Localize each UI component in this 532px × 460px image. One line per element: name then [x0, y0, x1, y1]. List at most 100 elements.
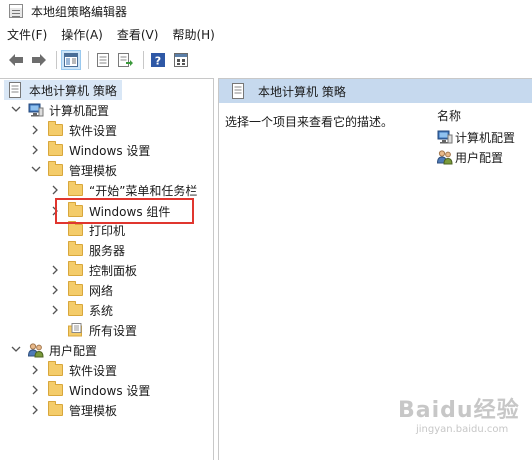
menu-action[interactable]: 操作(A)	[54, 24, 110, 46]
tree-item-user-config[interactable]: 用户配置	[10, 340, 97, 360]
tree-item-uc-windows[interactable]: Windows 设置	[30, 380, 150, 400]
tree-item-label: Windows 设置	[69, 143, 151, 158]
details-pane: 本地计算机 策略 选择一个项目来查看它的描述。 名称 计算机配置 用户配置	[218, 78, 532, 460]
policy-document-icon	[8, 82, 24, 98]
chevron-right-icon[interactable]	[50, 184, 62, 196]
tree-item-cc-admin-templates[interactable]: 管理模板	[30, 160, 117, 180]
folder-icon	[68, 281, 84, 298]
chevron-right-icon[interactable]	[30, 144, 42, 156]
chevron-down-icon[interactable]	[10, 344, 22, 356]
tree-item-start-menu[interactable]: “开始”菜单和任务栏	[50, 180, 197, 200]
folder-icon	[48, 401, 64, 418]
folder-icon	[48, 121, 64, 138]
tree-item-label: 打印机	[89, 223, 126, 238]
menu-file[interactable]: 文件(F)	[0, 24, 54, 46]
folder-icon	[48, 361, 64, 378]
folder-icon	[68, 301, 84, 318]
tree-item-computer-config[interactable]: 计算机配置	[10, 100, 109, 120]
folder-icon	[68, 202, 84, 219]
forward-arrow-icon	[32, 54, 46, 66]
tree-item-uc-software[interactable]: 软件设置	[30, 360, 117, 380]
filter-icon	[174, 53, 188, 67]
policy-document-icon	[231, 83, 247, 99]
chevron-right-icon[interactable]	[50, 304, 62, 316]
details-header: 本地计算机 策略	[219, 79, 532, 103]
tree-item-label: 所有设置	[89, 323, 138, 338]
folder-icon	[68, 181, 84, 198]
list-item[interactable]: 计算机配置	[425, 127, 532, 147]
folder-icon	[48, 141, 64, 158]
details-title: 本地计算机 策略	[258, 84, 346, 99]
tree-item-printers[interactable]: 打印机	[68, 220, 125, 240]
toolbar: ?	[0, 48, 532, 72]
tree-item-label: 本地计算机 策略	[29, 83, 117, 98]
properties-icon	[97, 53, 109, 67]
toolbar-separator	[56, 51, 57, 69]
tree-item-windows-components[interactable]: Windows 组件	[50, 201, 170, 221]
folder-icon	[68, 221, 84, 238]
tree-item-label: 软件设置	[69, 363, 118, 378]
tree-item-label: 管理模板	[69, 403, 118, 418]
tree-item-all-settings[interactable]: 所有设置	[68, 320, 137, 340]
folder-icon	[68, 241, 84, 258]
folder-icon	[48, 161, 64, 178]
title-bar: 本地组策略编辑器	[0, 0, 532, 22]
export-list-button[interactable]	[116, 50, 136, 70]
chevron-right-icon[interactable]	[30, 384, 42, 396]
chevron-right-icon[interactable]	[50, 264, 62, 276]
details-list: 名称 计算机配置 用户配置	[425, 105, 532, 167]
tree-item-label: 用户配置	[49, 343, 98, 358]
tree-item-label: 系统	[89, 303, 114, 318]
tree-item-root[interactable]: 本地计算机 策略	[4, 80, 122, 100]
chevron-down-icon[interactable]	[30, 164, 42, 176]
filter-options-button[interactable]	[171, 50, 191, 70]
back-arrow-icon	[9, 54, 23, 66]
tree-item-control-panel[interactable]: 控制面板	[50, 260, 137, 280]
list-item[interactable]: 用户配置	[425, 147, 532, 167]
tree-item-cc-software[interactable]: 软件设置	[30, 120, 117, 140]
toolbar-separator	[143, 51, 144, 69]
users-icon	[436, 149, 453, 165]
tree-item-label: Windows 设置	[69, 383, 151, 398]
all-settings-icon	[68, 322, 84, 338]
list-item-label: 计算机配置	[455, 130, 516, 145]
tree-item-label: 控制面板	[89, 263, 138, 278]
properties-button[interactable]	[93, 50, 113, 70]
tree-item-label: 管理模板	[69, 163, 118, 178]
menu-bar: 文件(F) 操作(A) 查看(V) 帮助(H)	[0, 24, 532, 46]
chevron-down-icon[interactable]	[10, 104, 22, 116]
back-button[interactable]	[6, 50, 26, 70]
menu-help[interactable]: 帮助(H)	[165, 24, 221, 46]
tree-item-system[interactable]: 系统	[50, 300, 113, 320]
users-icon	[27, 342, 44, 358]
folder-icon	[68, 261, 84, 278]
folder-icon	[48, 381, 64, 398]
tree-item-network[interactable]: 网络	[50, 280, 113, 300]
help-icon: ?	[151, 53, 165, 67]
show-tree-icon	[64, 53, 78, 67]
chevron-right-icon[interactable]	[30, 364, 42, 376]
tree-item-label: 计算机配置	[49, 103, 110, 118]
tree-item-label: 网络	[89, 283, 114, 298]
help-button[interactable]: ?	[148, 50, 168, 70]
description-text: 选择一个项目来查看它的描述。	[225, 115, 394, 129]
computer-icon	[28, 102, 44, 118]
tree-item-label: Windows 组件	[89, 204, 171, 219]
console-tree: 本地计算机 策略 计算机配置 软件设置 Windows 设置 管理模板 “开始”…	[0, 78, 214, 460]
column-header-name[interactable]: 名称	[425, 105, 532, 127]
computer-icon	[437, 129, 453, 145]
tree-item-servers[interactable]: 服务器	[68, 240, 125, 260]
toolbar-separator	[88, 51, 89, 69]
tree-item-label: “开始”菜单和任务栏	[89, 183, 198, 198]
tree-item-label: 软件设置	[69, 123, 118, 138]
chevron-right-icon[interactable]	[30, 124, 42, 136]
chevron-right-icon[interactable]	[50, 205, 62, 217]
show-hide-tree-button[interactable]	[61, 50, 81, 70]
tree-item-cc-windows[interactable]: Windows 设置	[30, 140, 150, 160]
menu-view[interactable]: 查看(V)	[110, 24, 166, 46]
tree-item-uc-admin-templates[interactable]: 管理模板	[30, 400, 117, 420]
chevron-right-icon[interactable]	[30, 404, 42, 416]
chevron-right-icon[interactable]	[50, 284, 62, 296]
forward-button[interactable]	[29, 50, 49, 70]
export-icon	[118, 53, 133, 67]
